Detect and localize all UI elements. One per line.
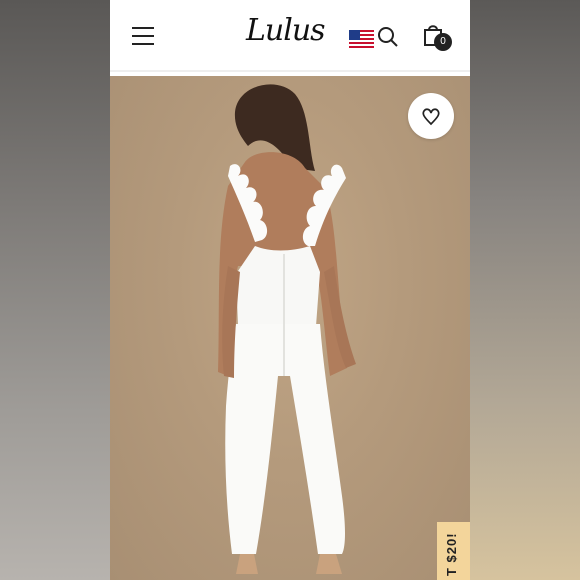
- menu-icon[interactable]: [132, 27, 154, 45]
- product-image[interactable]: T $20!: [110, 76, 470, 580]
- heart-icon: [422, 108, 440, 126]
- cart-count-badge[interactable]: 0: [434, 33, 452, 51]
- phone-screen: Lulus 0 T $20!: [110, 0, 470, 580]
- background-right-blur: [470, 0, 580, 580]
- favorite-button[interactable]: [408, 93, 454, 139]
- site-header: Lulus 0: [110, 0, 470, 72]
- brand-logo[interactable]: Lulus: [246, 11, 336, 51]
- promo-tab[interactable]: T $20!: [437, 522, 470, 580]
- promo-text: T $20!: [444, 532, 459, 576]
- search-icon[interactable]: [377, 26, 399, 48]
- model-illustration: [218, 84, 356, 574]
- us-flag-icon[interactable]: [349, 30, 374, 48]
- background-left-blur: [0, 0, 110, 580]
